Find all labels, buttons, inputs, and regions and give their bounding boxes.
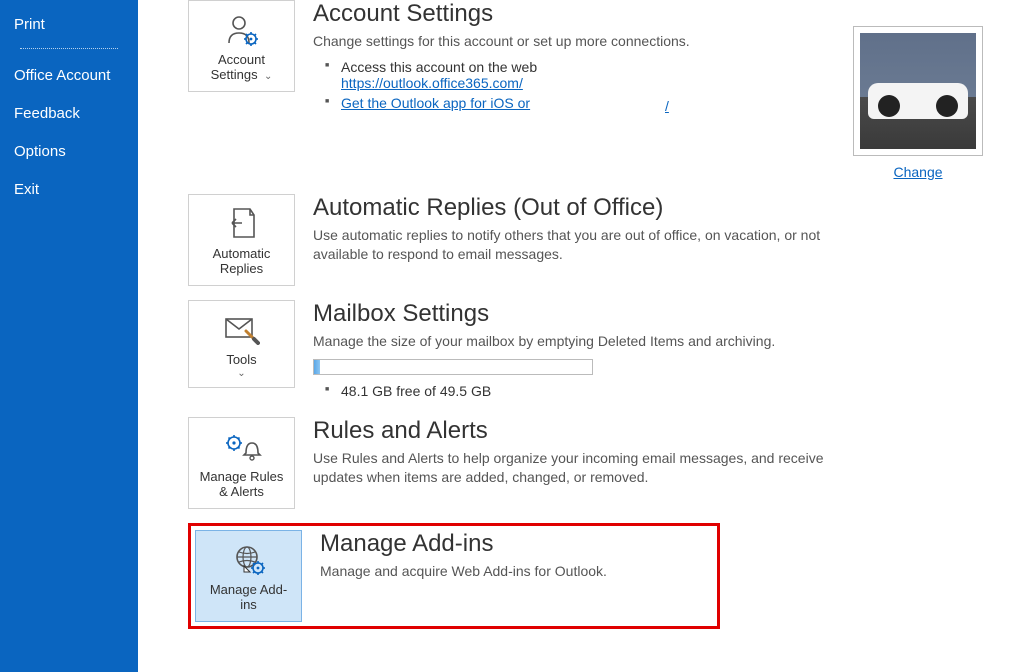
automatic-replies-tile[interactable]: Automatic Replies	[188, 194, 295, 286]
automatic-replies-title: Automatic Replies (Out of Office)	[313, 194, 833, 222]
bullet-item: Access this account on the web https://o…	[325, 59, 833, 91]
change-picture-link[interactable]: Change	[893, 164, 942, 180]
manage-addins-title: Manage Add-ins	[320, 530, 713, 558]
account-settings-title: Account Settings	[313, 0, 833, 28]
sidebar-item-print[interactable]: Print	[0, 6, 138, 44]
rules-alerts-desc: Use Rules and Alerts to help organize yo…	[313, 449, 833, 487]
tile-label: Tools	[226, 352, 256, 367]
main-content: Account Settings ⌄ Account Settings Chan…	[138, 0, 1035, 672]
bullet-text: Access this account on the web	[341, 59, 537, 75]
bullet-item: Get the Outlook app for iOS or	[325, 95, 833, 111]
tile-label: Account	[218, 52, 265, 67]
outlook-app-link[interactable]: Get the Outlook app for iOS or	[341, 95, 530, 111]
account-picture	[860, 33, 976, 149]
tile-label: Replies	[220, 261, 263, 276]
mailbox-free-text: 48.1 GB free of 49.5 GB	[325, 383, 833, 399]
mailbox-usage-bar	[313, 359, 593, 375]
gear-bell-icon	[193, 428, 290, 466]
tile-label: Settings	[211, 67, 258, 82]
section-automatic-replies: Automatic Replies Automatic Replies (Out…	[188, 194, 1035, 286]
sidebar-item-options[interactable]: Options	[0, 133, 138, 171]
tile-label: Manage Add-	[210, 582, 287, 597]
mailbox-settings-title: Mailbox Settings	[313, 300, 833, 328]
chevron-down-icon: ⌄	[193, 368, 290, 380]
section-rules-alerts: Manage Rules & Alerts Rules and Alerts U…	[188, 417, 1035, 509]
tools-tile[interactable]: Tools ⌄	[188, 300, 295, 388]
chevron-down-icon: ⌄	[261, 71, 272, 82]
outlook-web-link[interactable]: https://outlook.office365.com/	[341, 75, 523, 91]
section-mailbox-settings: Tools ⌄ Mailbox Settings Manage the size…	[188, 300, 1035, 403]
globe-gear-icon	[200, 541, 297, 579]
tile-label: Manage Rules	[200, 469, 284, 484]
envelope-tool-icon	[193, 311, 290, 349]
tile-label: & Alerts	[219, 484, 264, 499]
manage-addins-desc: Manage and acquire Web Add-ins for Outlo…	[320, 562, 713, 581]
manage-addins-tile[interactable]: Manage Add- ins	[195, 530, 302, 622]
sidebar-item-office-account[interactable]: Office Account	[0, 57, 138, 95]
mailbox-settings-desc: Manage the size of your mailbox by empty…	[313, 332, 833, 351]
reply-page-icon	[193, 205, 290, 243]
tile-label: ins	[240, 597, 257, 612]
sidebar-item-feedback[interactable]: Feedback	[0, 95, 138, 133]
person-gear-icon	[193, 11, 290, 49]
highlight-annotation: Manage Add- ins Manage Add-ins Manage an…	[188, 523, 720, 629]
account-settings-desc: Change settings for this account or set …	[313, 32, 833, 51]
mailbox-usage-fill	[314, 360, 320, 374]
rules-alerts-title: Rules and Alerts	[313, 417, 833, 445]
sidebar-separator	[20, 48, 118, 49]
orphan-link-char[interactable]: /	[665, 98, 669, 114]
tile-label: Automatic	[213, 246, 271, 261]
automatic-replies-desc: Use automatic replies to notify others t…	[313, 226, 833, 264]
section-account-settings: Account Settings ⌄ Account Settings Chan…	[188, 0, 1035, 180]
account-settings-tile[interactable]: Account Settings ⌄	[188, 0, 295, 92]
sidebar: Print Office Account Feedback Options Ex…	[0, 0, 138, 672]
manage-rules-tile[interactable]: Manage Rules & Alerts	[188, 417, 295, 509]
account-picture-area: Change	[853, 0, 983, 180]
account-picture-frame	[853, 26, 983, 156]
sidebar-item-exit[interactable]: Exit	[0, 171, 138, 209]
